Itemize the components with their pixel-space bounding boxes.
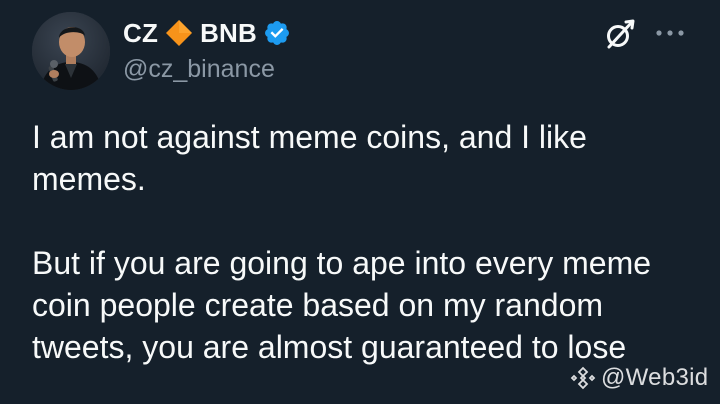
- binance-logo-icon: [570, 366, 596, 390]
- watermark-text: @Web3id: [601, 364, 709, 391]
- watermark: @Web3id: [570, 364, 708, 392]
- display-name-first: CZ: [123, 17, 159, 48]
- more-options-icon[interactable]: [654, 24, 686, 42]
- grok-icon[interactable]: [604, 18, 636, 50]
- tweet-card: CZ BNB @cz_binance I am not against meme…: [0, 0, 720, 404]
- tweet-paragraph: But if you are going to ape into every m…: [32, 245, 652, 365]
- verified-badge-icon[interactable]: [263, 19, 291, 47]
- display-name-second: BNB: [200, 17, 257, 48]
- author-handle[interactable]: @cz_binance: [123, 55, 275, 84]
- author-name-row[interactable]: CZ BNB: [123, 16, 291, 50]
- avatar[interactable]: [32, 12, 110, 90]
- avatar-image: [32, 12, 110, 90]
- orange-diamond-icon: [166, 20, 193, 46]
- tweet-text: I am not against meme coins, and I like …: [32, 116, 692, 368]
- tweet-paragraph: I am not against meme coins, and I like …: [32, 119, 587, 197]
